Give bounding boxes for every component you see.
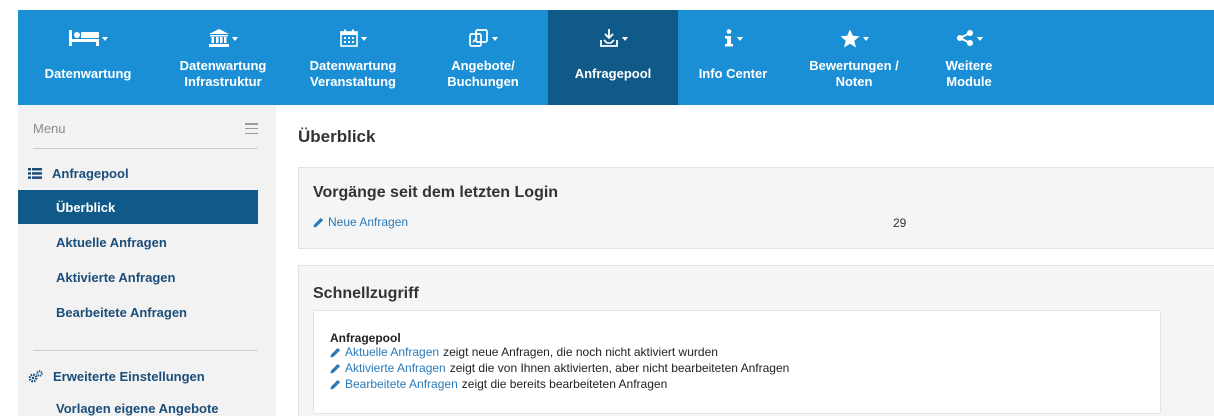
quick-access-box: Anfragepool Aktuelle Anfragen zeigt neue…	[313, 310, 1161, 414]
nav-label: Datenwartung	[44, 66, 132, 81]
info-icon	[724, 29, 733, 47]
page-title: Überblick	[298, 127, 376, 146]
chevron-down-icon	[621, 37, 628, 41]
chevron-down-icon	[862, 37, 869, 41]
quick-line-aktivierte: Aktivierte Anfragen zeigt die von Ihnen …	[330, 361, 789, 376]
nav-angebote-buchungen[interactable]: Angebote/ Buchungen	[418, 10, 548, 105]
sidebar: Menu Anfragepool Überblick Aktuelle Anfr…	[18, 105, 276, 416]
calendar-icon	[339, 29, 358, 47]
quick-line-text: zeigt die von Ihnen aktivierten, aber ni…	[449, 361, 790, 375]
sidebar-item-bearbeitete-anfragen[interactable]: Bearbeitete Anfragen	[18, 295, 258, 329]
nav-label: Datenwartung Infrastruktur	[179, 58, 267, 89]
panel-title: Schnellzugriff	[313, 285, 419, 302]
sidebar-item-ueberblick[interactable]: Überblick	[18, 190, 258, 224]
hamburger-icon[interactable]	[245, 123, 258, 134]
pencil-icon	[330, 379, 341, 390]
cogs-icon	[28, 369, 43, 382]
chevron-down-icon	[976, 37, 983, 41]
pencil-icon	[330, 363, 341, 374]
list-icon	[28, 167, 42, 179]
nav-datenwartung-infrastruktur[interactable]: Datenwartung Infrastruktur	[158, 10, 288, 105]
main-content: Überblick Vorgänge seit dem letzten Logi…	[276, 105, 1214, 416]
nav-label: Datenwartung Veranstaltung	[309, 58, 397, 89]
nav-bewertungen-noten[interactable]: Bewertungen / Noten	[788, 10, 920, 105]
nav-info-center[interactable]: Info Center	[678, 10, 788, 105]
nav-label: Bewertungen / Noten	[809, 58, 899, 89]
aktuelle-anfragen-link[interactable]: Aktuelle Anfragen	[345, 345, 439, 360]
nav-datenwartung[interactable]: Datenwartung	[18, 10, 158, 105]
sidebar-section-label: Erweiterte Einstellungen	[53, 368, 205, 384]
quick-line-aktuelle: Aktuelle Anfragen zeigt neue Anfragen, d…	[330, 345, 718, 360]
sidebar-section-anfragepool[interactable]: Anfragepool	[28, 163, 129, 183]
bearbeitete-anfragen-link[interactable]: Bearbeitete Anfragen	[345, 377, 458, 392]
quick-access-box-title: Anfragepool	[330, 331, 401, 345]
menu-header: Menu	[33, 121, 258, 149]
sidebar-item-vorlagen-eigene-angebote[interactable]: Vorlagen eigene Angebote	[18, 391, 258, 416]
nav-weitere-module[interactable]: Weitere Module	[920, 10, 1018, 105]
quick-line-bearbeitete: Bearbeitete Anfragen zeigt die bereits b…	[330, 377, 667, 392]
nav-label: Info Center	[698, 66, 768, 81]
chevron-down-icon	[491, 37, 498, 41]
sidebar-item-aktivierte-anfragen[interactable]: Aktivierte Anfragen	[18, 260, 258, 294]
nav-label: Anfragepool	[574, 66, 652, 81]
aktivierte-anfragen-link[interactable]: Aktivierte Anfragen	[345, 361, 446, 376]
nav-label: Angebote/ Buchungen	[447, 58, 519, 89]
sidebar-section-erweiterte-einstellungen[interactable]: Erweiterte Einstellungen	[28, 366, 205, 386]
chevron-down-icon	[231, 37, 238, 41]
panel-title: Vorgänge seit dem letzten Login	[313, 184, 559, 201]
sidebar-item-aktuelle-anfragen[interactable]: Aktuelle Anfragen	[18, 225, 258, 259]
since-login-panel: Vorgänge seit dem letzten Login Neue Anf…	[298, 167, 1214, 249]
menu-title: Menu	[33, 121, 66, 136]
nav-label: Weitere Module	[945, 58, 993, 89]
sidebar-divider	[33, 350, 258, 351]
main-navigation: Datenwartung Datenwartung Infrastruktur	[18, 10, 1214, 105]
quick-access-panel: Schnellzugriff Anfragepool Aktuelle Anfr…	[298, 265, 1214, 416]
star-icon	[840, 29, 859, 47]
nav-datenwartung-veranstaltung[interactable]: Datenwartung Veranstaltung	[288, 10, 418, 105]
link-label: Neue Anfragen	[328, 215, 409, 229]
top-bar: Datenwartung Datenwartung Infrastruktur	[0, 0, 1214, 105]
nav-anfragepool[interactable]: Anfragepool	[548, 10, 678, 105]
offers-icon	[468, 29, 488, 47]
chevron-down-icon	[360, 37, 367, 41]
chevron-down-icon	[101, 37, 108, 41]
share-icon	[956, 30, 973, 46]
quick-line-text: zeigt die bereits bearbeiteten Anfragen	[461, 377, 668, 391]
pencil-icon	[330, 347, 341, 358]
neue-anfragen-count: 29	[893, 216, 907, 230]
inbox-icon	[599, 29, 618, 47]
chevron-down-icon	[736, 37, 743, 41]
quick-line-text: zeigt neue Anfragen, die noch nicht akti…	[443, 345, 718, 359]
neue-anfragen-link[interactable]: Neue Anfragen	[313, 215, 408, 229]
bed-icon	[68, 30, 99, 46]
bank-icon	[208, 29, 229, 47]
sidebar-section-label: Anfragepool	[52, 165, 129, 181]
pencil-icon	[313, 217, 324, 227]
